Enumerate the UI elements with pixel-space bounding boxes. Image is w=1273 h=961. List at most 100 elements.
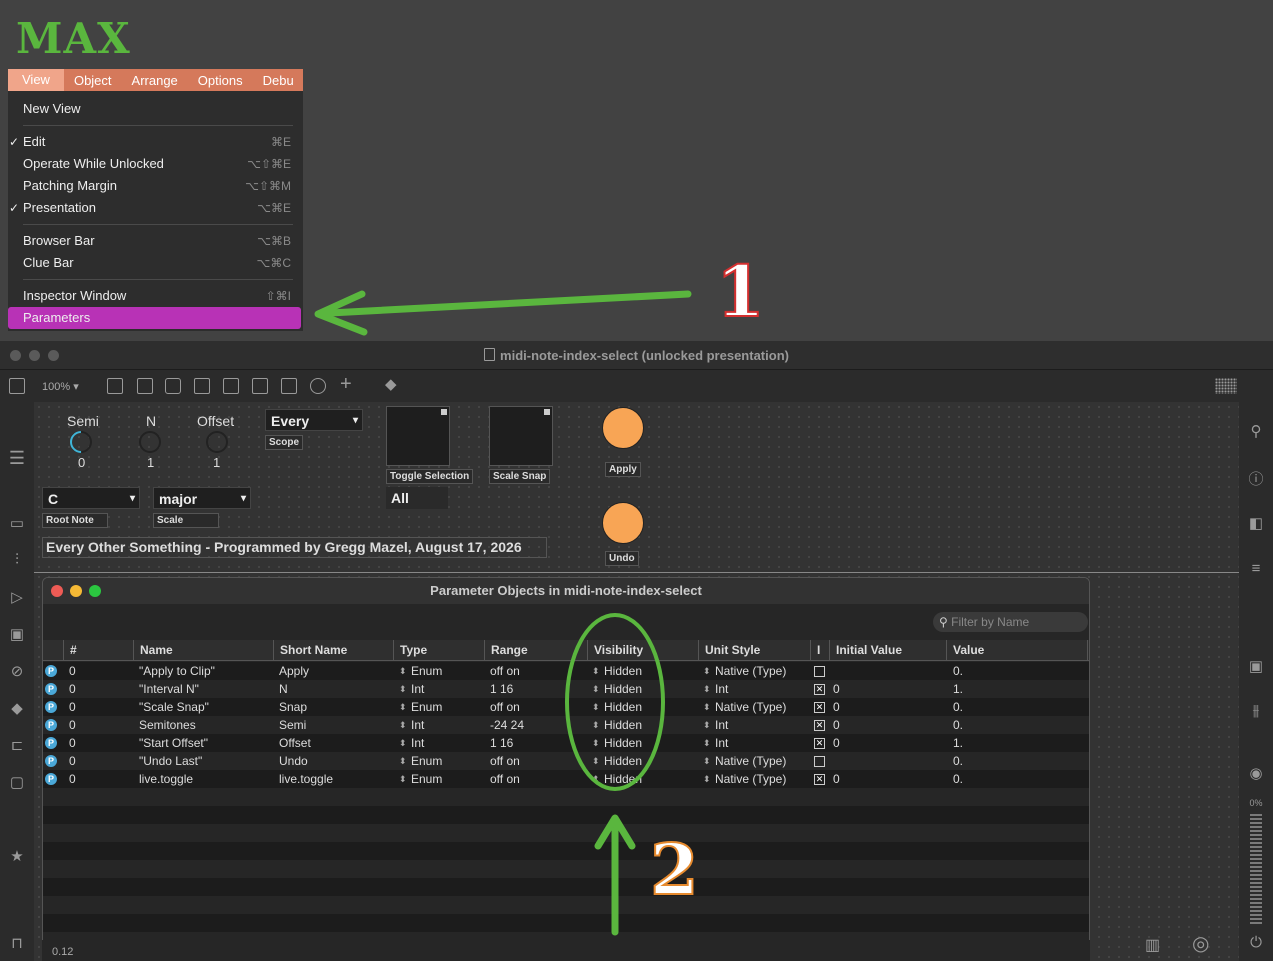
menu-item-edit[interactable]: ✓ Edit ⌘E xyxy=(8,131,303,153)
table-cell[interactable]: Enum xyxy=(411,662,442,680)
initial-enable-checkbox[interactable]: ✕ xyxy=(814,738,825,749)
mixer-icon[interactable]: ⫵ xyxy=(1239,702,1273,719)
stepper-icon[interactable]: ⬍ xyxy=(703,770,711,788)
menu-item-operate-while-unlocked[interactable]: Operate While Unlocked ⌥⇧⌘E xyxy=(8,153,303,175)
message-icon[interactable] xyxy=(137,378,153,394)
minimize-button[interactable] xyxy=(70,585,82,597)
initial-enable-checkbox[interactable]: ✕ xyxy=(814,720,825,731)
offset-dial[interactable] xyxy=(206,431,228,453)
number-icon[interactable] xyxy=(252,378,268,394)
button-icon[interactable] xyxy=(223,378,239,394)
stepper-icon[interactable]: ⬍ xyxy=(399,716,407,734)
column-header[interactable]: Name xyxy=(133,640,273,660)
sidebar-toggle-icon[interactable] xyxy=(9,378,25,394)
paperclip-icon[interactable]: ⊘ xyxy=(0,662,34,680)
all-menu[interactable]: All xyxy=(386,487,448,509)
menu-debug[interactable]: Debu xyxy=(253,73,303,88)
connector-icon[interactable]: ⊏ xyxy=(0,736,34,754)
menu-item-clue-bar[interactable]: Clue Bar ⌥⌘C xyxy=(8,252,303,274)
menu-item-patching-margin[interactable]: Patching Margin ⌥⇧⌘M xyxy=(8,175,303,197)
stepper-icon[interactable]: ⬍ xyxy=(399,770,407,788)
column-header[interactable]: Initial Value xyxy=(829,640,946,660)
menu-item-new-view[interactable]: New View xyxy=(8,98,303,120)
stepper-icon[interactable]: ⬍ xyxy=(703,752,711,770)
menu-item-inspector-window[interactable]: Inspector Window ⇧⌘I xyxy=(8,285,303,307)
dial-icon[interactable] xyxy=(310,378,326,394)
table-cell[interactable]: Enum xyxy=(411,698,442,716)
column-header[interactable]: # xyxy=(63,640,133,660)
table-cell[interactable]: 0 xyxy=(833,698,840,716)
lock-icon[interactable]: ⊓ xyxy=(0,934,34,952)
close-button[interactable] xyxy=(51,585,63,597)
stepper-icon[interactable]: ⬍ xyxy=(399,752,407,770)
menu-item-browser-bar[interactable]: Browser Bar ⌥⌘B xyxy=(8,230,303,252)
table-cell[interactable]: 0 xyxy=(833,680,840,698)
column-header[interactable]: Type xyxy=(393,640,484,660)
table-cell[interactable]: 0. xyxy=(953,752,963,770)
table-cell[interactable]: Enum xyxy=(411,752,442,770)
menu-item-presentation[interactable]: ✓ Presentation ⌥⌘E xyxy=(8,197,303,219)
column-header[interactable]: Unit Style xyxy=(698,640,810,660)
undo-button[interactable] xyxy=(602,502,644,544)
table-cell[interactable]: 0. xyxy=(953,770,963,788)
grid-icon[interactable] xyxy=(1215,378,1237,394)
table-cell[interactable]: 1. xyxy=(953,734,963,752)
table-cell[interactable]: Int xyxy=(715,734,728,752)
scope-menu[interactable]: Every ▾ xyxy=(265,409,363,431)
search-icon[interactable]: ⚲ xyxy=(1239,422,1273,440)
column-header[interactable]: Value xyxy=(946,640,1088,660)
device-icon[interactable]: ▭ xyxy=(0,514,34,532)
add-object-icon[interactable]: + xyxy=(340,373,352,396)
stepper-icon[interactable]: ⬍ xyxy=(399,662,407,680)
table-cell[interactable]: Native (Type) xyxy=(715,698,786,716)
comment-icon[interactable] xyxy=(165,378,181,394)
toggle-x-icon[interactable] xyxy=(194,378,210,394)
initial-enable-checkbox[interactable]: ✕ xyxy=(814,702,825,713)
scale-snap-toggle[interactable] xyxy=(489,406,553,466)
stepper-icon[interactable]: ⬍ xyxy=(399,698,407,716)
table-cell[interactable]: Native (Type) xyxy=(715,752,786,770)
stepper-icon[interactable]: ⬍ xyxy=(703,662,711,680)
zoom-button[interactable] xyxy=(89,585,101,597)
table-cell[interactable]: 0. xyxy=(953,662,963,680)
play-sequence-icon[interactable]: ▷ xyxy=(0,588,34,606)
hamburger-icon[interactable]: ☰ xyxy=(0,448,34,469)
apply-button[interactable] xyxy=(602,407,644,449)
meter-icon[interactable]: ▥ xyxy=(1145,935,1160,955)
initial-enable-checkbox[interactable]: ✕ xyxy=(814,684,825,695)
image-icon[interactable]: ▣ xyxy=(0,625,34,643)
stepper-icon[interactable]: ⬍ xyxy=(703,716,711,734)
table-cell[interactable]: Native (Type) xyxy=(715,662,786,680)
column-header[interactable]: Short Name xyxy=(273,640,393,660)
paint-bucket-icon[interactable]: ◆ xyxy=(385,375,397,393)
list-icon[interactable]: ≡ xyxy=(1239,560,1273,577)
star-icon[interactable]: ★ xyxy=(0,847,34,865)
scale-menu[interactable]: major ▾ xyxy=(153,487,251,509)
initial-enable-checkbox[interactable] xyxy=(814,666,825,677)
audio-on-icon[interactable]: ◎ xyxy=(1192,931,1209,956)
column-header[interactable]: I xyxy=(810,640,829,660)
stepper-icon[interactable]: ⬍ xyxy=(703,680,711,698)
stepper-icon[interactable]: ⬍ xyxy=(703,698,711,716)
camera-icon[interactable]: ▣ xyxy=(1239,657,1273,675)
power-icon[interactable]: ⏻ xyxy=(1239,934,1273,951)
record-icon[interactable]: ◉ xyxy=(1239,764,1273,782)
menu-item-parameters[interactable]: Parameters xyxy=(8,307,301,329)
toggle-selection-toggle[interactable] xyxy=(386,406,450,466)
table-cell[interactable]: Int xyxy=(411,680,424,698)
object-icon[interactable] xyxy=(107,378,123,394)
stepper-icon[interactable]: ⬍ xyxy=(703,734,711,752)
waveform-icon[interactable]: ⫶ xyxy=(0,551,34,568)
menu-view[interactable]: View xyxy=(8,69,64,91)
table-cell[interactable]: Int xyxy=(411,734,424,752)
table-cell[interactable]: 0 xyxy=(833,716,840,734)
table-cell[interactable]: Int xyxy=(715,716,728,734)
table-cell[interactable]: Int xyxy=(411,716,424,734)
table-cell[interactable]: 0. xyxy=(953,698,963,716)
table-cell[interactable]: Enum xyxy=(411,770,442,788)
table-cell[interactable]: Int xyxy=(715,680,728,698)
initial-enable-checkbox[interactable]: ✕ xyxy=(814,774,825,785)
stepper-icon[interactable]: ⬍ xyxy=(399,734,407,752)
menu-arrange[interactable]: Arrange xyxy=(122,73,188,88)
info-icon[interactable]: ⓘ xyxy=(1239,468,1273,489)
